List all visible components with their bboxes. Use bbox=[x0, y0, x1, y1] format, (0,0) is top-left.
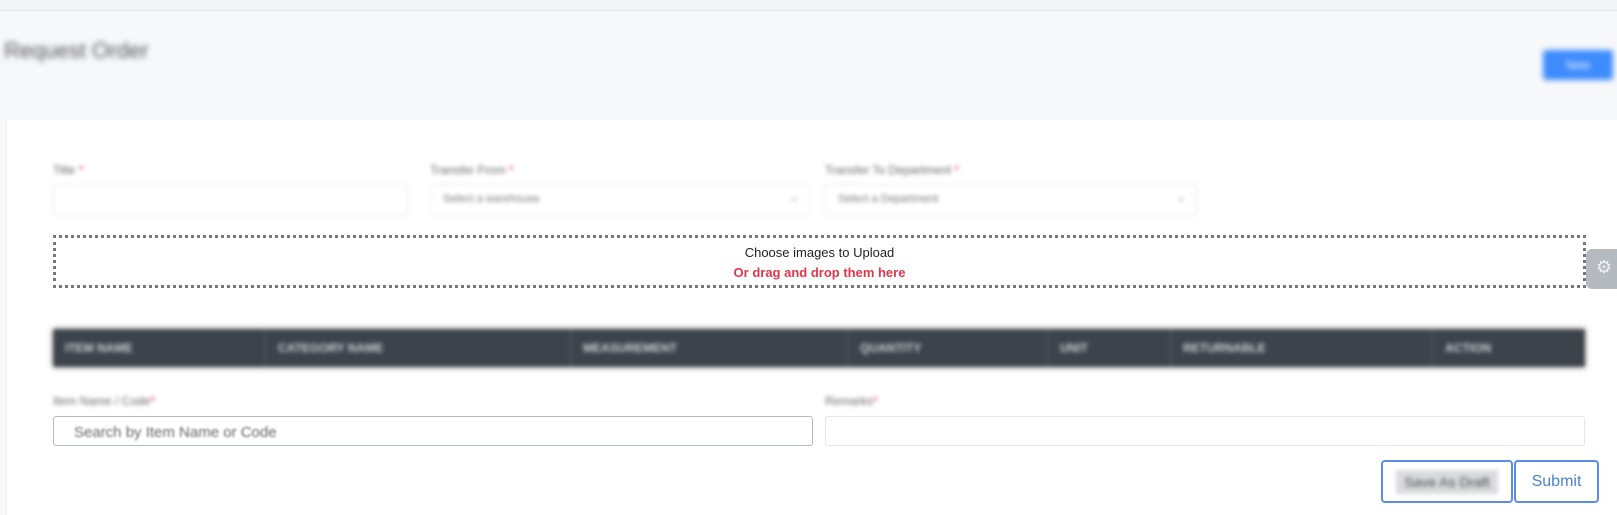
column-header: MEASUREMENT bbox=[571, 329, 848, 367]
dropzone-subtitle: Or drag and drop them here bbox=[733, 265, 906, 280]
page-title: Request Order bbox=[4, 38, 149, 63]
items-table-header: ITEM NAME CATEGORY NAME MEASUREMENT QUAN… bbox=[53, 329, 1585, 367]
item-search-label: Item Name / Code* bbox=[53, 394, 156, 408]
title-input[interactable] bbox=[53, 184, 408, 216]
save-draft-button[interactable]: Save As Draft bbox=[1381, 460, 1513, 503]
header-action-button[interactable]: New bbox=[1543, 50, 1613, 80]
submit-button[interactable]: Submit bbox=[1514, 460, 1599, 503]
form-card bbox=[6, 120, 1617, 515]
column-header: CATEGORY NAME bbox=[266, 329, 571, 367]
transfer-to-label: Transfer To Department * bbox=[825, 163, 960, 177]
chevron-down-icon: ⌄ bbox=[789, 192, 799, 204]
column-header: ITEM NAME bbox=[53, 329, 266, 367]
title-label: Title * bbox=[53, 163, 84, 177]
item-search-field[interactable] bbox=[53, 416, 834, 447]
item-search-input[interactable] bbox=[54, 417, 834, 447]
gear-icon: ⚙ bbox=[1596, 257, 1613, 277]
column-header: RETURNABLE bbox=[1171, 329, 1433, 367]
dropzone-title: Choose images to Upload bbox=[744, 245, 895, 260]
top-navbar bbox=[0, 0, 1617, 11]
column-header: ACTION bbox=[1445, 341, 1491, 355]
column-header: QUANTITY bbox=[848, 329, 1048, 367]
settings-tab[interactable]: ⚙ bbox=[1586, 249, 1617, 289]
transfer-from-select[interactable]: Select a warehouse ⌄ bbox=[430, 184, 810, 216]
remarks-label: Remarks* bbox=[825, 394, 878, 408]
chevron-down-icon: ⌄ bbox=[1176, 192, 1186, 204]
column-header: UNIT bbox=[1048, 329, 1171, 367]
image-dropzone[interactable]: Choose images to Upload Or drag and drop… bbox=[53, 235, 1586, 288]
transfer-to-select[interactable]: Select a Department ⌄ bbox=[825, 184, 1197, 216]
transfer-from-label: Transfer From * bbox=[430, 163, 514, 177]
remarks-input[interactable] bbox=[825, 416, 1585, 446]
